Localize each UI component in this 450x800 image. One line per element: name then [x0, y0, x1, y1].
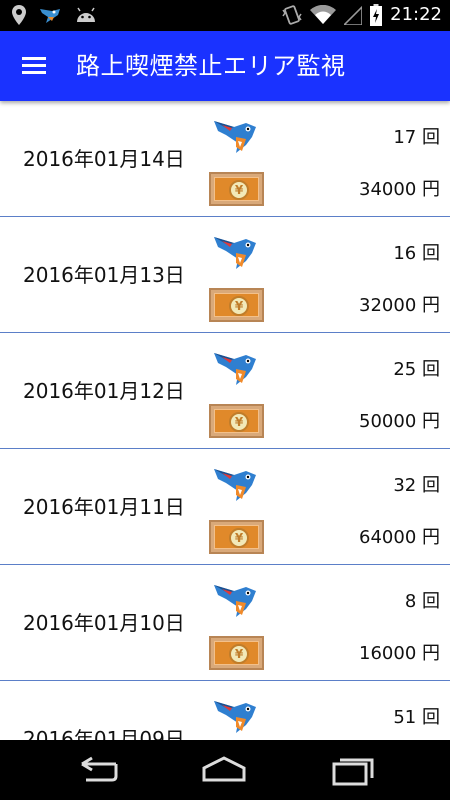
fine-amount: 64000 円	[359, 527, 440, 548]
bird-icon	[214, 701, 256, 733]
record-date: 2016年01月13日	[23, 263, 185, 287]
violation-count: 17 回	[393, 127, 440, 148]
bird-icon	[214, 585, 256, 617]
fine-amount: 32000 円	[359, 295, 440, 316]
bird-icon	[214, 237, 256, 269]
android-icon	[77, 7, 95, 22]
signal-icon	[344, 5, 363, 25]
record-date: 2016年01月14日	[23, 147, 185, 171]
record-date: 2016年01月10日	[23, 611, 185, 635]
vibrate-icon	[282, 5, 302, 25]
yen-bill-icon: ¥	[209, 636, 264, 670]
list-item[interactable]: 2016年01月09日 ¥ 51 回	[0, 681, 450, 740]
system-icons: 21:22	[282, 3, 442, 27]
wifi-icon	[310, 5, 337, 24]
violation-count: 51 回	[393, 707, 440, 728]
record-list[interactable]: 2016年01月14日 ¥ 17 回 34000 円 2016年01月13日 ¥	[0, 101, 450, 740]
app-title: 路上喫煙禁止エリア監視	[76, 52, 346, 80]
status-clock: 21:22	[390, 4, 442, 25]
list-item[interactable]: 2016年01月10日 ¥ 8 回 16000 円	[0, 565, 450, 681]
location-icon	[12, 5, 26, 25]
violation-count: 32 回	[393, 475, 440, 496]
bird-icon	[214, 353, 256, 385]
yen-bill-icon: ¥	[209, 520, 264, 554]
record-date: 2016年01月09日	[23, 727, 185, 740]
menu-icon[interactable]	[20, 53, 50, 79]
list-item[interactable]: 2016年01月11日 ¥ 32 回 64000 円	[0, 449, 450, 565]
fine-amount: 34000 円	[359, 179, 440, 200]
violation-count: 8 回	[404, 591, 440, 612]
violation-count: 16 回	[393, 243, 440, 264]
home-icon[interactable]	[200, 754, 248, 786]
violation-count: 25 回	[393, 359, 440, 380]
back-icon[interactable]	[76, 754, 124, 786]
list-item[interactable]: 2016年01月14日 ¥ 17 回 34000 円	[0, 101, 450, 217]
record-date: 2016年01月11日	[23, 495, 185, 519]
app-bird-icon	[40, 9, 60, 23]
status-bar: 21:22	[0, 0, 450, 31]
notification-icons	[12, 5, 98, 25]
bird-icon	[214, 121, 256, 153]
recents-icon[interactable]	[328, 754, 376, 786]
navigation-bar	[0, 740, 450, 800]
battery-charging-icon	[370, 4, 383, 26]
record-date: 2016年01月12日	[23, 379, 185, 403]
yen-bill-icon: ¥	[209, 172, 264, 206]
yen-bill-icon: ¥	[209, 288, 264, 322]
yen-bill-icon: ¥	[209, 404, 264, 438]
bird-icon	[214, 469, 256, 501]
list-item[interactable]: 2016年01月12日 ¥ 25 回 50000 円	[0, 333, 450, 449]
fine-amount: 16000 円	[359, 643, 440, 664]
fine-amount: 50000 円	[359, 411, 440, 432]
app-bar: 路上喫煙禁止エリア監視	[0, 31, 450, 101]
list-item[interactable]: 2016年01月13日 ¥ 16 回 32000 円	[0, 217, 450, 333]
